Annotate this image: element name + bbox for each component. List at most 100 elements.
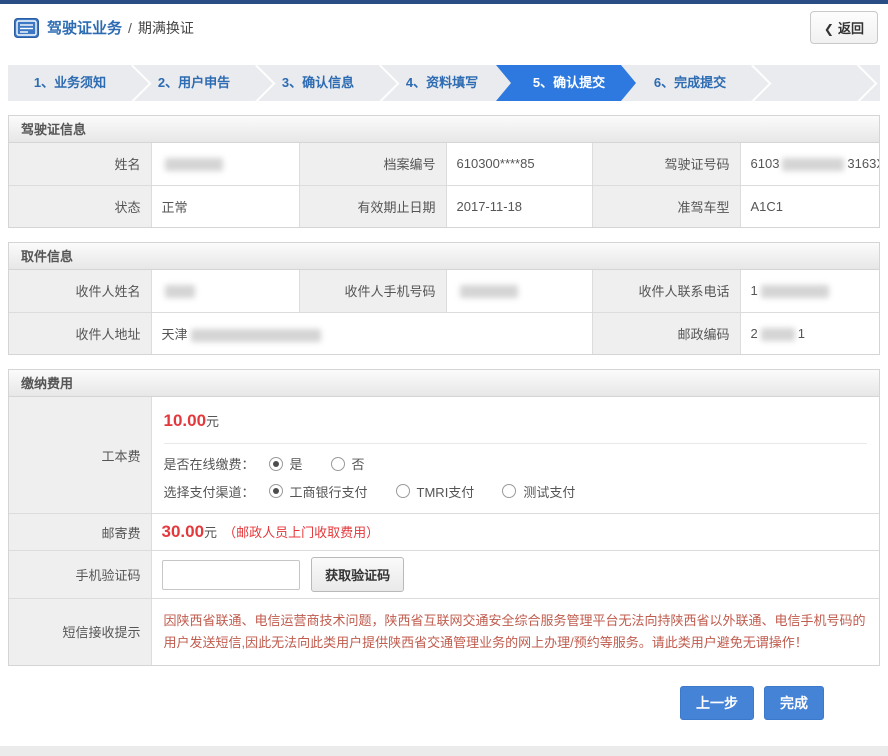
postage-label: 邮寄费 [9,514,151,551]
recipient-label: 收件人姓名 [9,270,151,312]
pay-channel-option-label: TMRI支付 [417,482,475,501]
table-row: 姓名 档案编号 610300****85 驾驶证号码 61033163X [9,143,879,185]
pay-channel-option-label: 工商银行支付 [290,482,368,501]
pay-channel-option-2[interactable]: TMRI支付 [396,482,475,501]
online-pay-option-1[interactable]: 是 [269,454,303,473]
online-pay-option-label: 否 [352,454,365,473]
payment-table: 工本费 10.00元 是否在线缴费： 是否 选择支付渠道： 工商银行支付TMRI… [9,397,879,665]
previous-step-button[interactable]: 上一步 [680,686,754,720]
online-pay-option-label: 是 [290,454,303,473]
channel-options: 工商银行支付 TMRI支付 测试支付 [269,482,604,502]
redacted-phone [761,285,829,298]
redacted-name [165,158,223,171]
page-header: 驾驶证业务 / 期满换证 ❮返回 [0,4,888,51]
zip-value: 21 [740,312,879,354]
pay-channel-radio-icon[interactable] [502,484,516,498]
address-label: 收件人地址 [9,312,151,354]
class-value: A1C1 [740,185,879,227]
table-row: 短信接收提示 因陕西省联通、电信运营商技术问题，陕西省互联网交通安全综合服务管理… [9,599,879,665]
status-label: 状态 [9,185,151,227]
fee-amount: 10.00 [164,411,207,430]
table-row: 收件人地址 天津 邮政编码 21 [9,312,879,354]
captcha-input[interactable] [162,560,300,590]
license-no-value: 6103 3163X [740,143,879,185]
postage-note: （邮政人员上门收取费用） [223,525,379,540]
mobile-value [446,270,592,312]
table-row: 工本费 10.00元 是否在线缴费： 是否 选择支付渠道： 工商银行支付TMRI… [9,397,879,514]
finish-button[interactable]: 完成 [764,686,824,720]
online-pay-option-2[interactable]: 否 [331,454,365,473]
license-form-icon [14,18,39,38]
zip-suffix: 1 [798,326,805,341]
back-button[interactable]: ❮返回 [810,11,878,44]
online-pay-options: 是否 [269,454,393,474]
zip-prefix: 2 [751,326,758,341]
breadcrumb-separator: / [128,20,132,36]
step-tab-5[interactable]: 5、确认提交 [496,65,636,101]
sms-notice-label: 短信接收提示 [9,599,151,665]
pay-channel-option-1[interactable]: 工商银行支付 [269,482,368,501]
fee-label: 工本费 [9,397,151,514]
status-value: 正常 [151,185,299,227]
phone-value: 1 [740,270,879,312]
phone-label: 收件人联系电话 [592,270,740,312]
step-tab-3[interactable]: 3、确认信息 [256,65,380,101]
fee-cell: 10.00元 是否在线缴费： 是否 选择支付渠道： 工商银行支付TMRI支付测试… [151,397,879,514]
license-section-title: 驾驶证信息 [9,116,879,143]
fee-unit: 元 [206,414,219,429]
pickup-section-title: 取件信息 [9,243,879,270]
recipient-value [151,270,299,312]
redacted-recipient [165,285,195,298]
sms-notice-text: 因陕西省联通、电信运营商技术问题，陕西省互联网交通安全综合服务管理平台无法向持陕… [151,599,879,665]
step-tab-2[interactable]: 2、用户申告 [132,65,256,101]
payment-section-title: 缴纳费用 [9,370,879,397]
license-no-suffix: 3163X [847,156,879,171]
phone-prefix: 1 [751,283,758,298]
redacted-address [191,329,321,342]
license-no-prefix: 6103 [751,156,780,171]
zip-label: 邮政编码 [592,312,740,354]
step-tab-4[interactable]: 4、资料填写 [380,65,504,101]
back-chevron-icon: ❮ [824,22,834,36]
step-bar-filler [752,65,880,101]
address-value: 天津 [151,312,592,354]
online-pay-label: 是否在线缴费： [164,454,255,473]
channel-label: 选择支付渠道： [164,482,255,501]
table-row: 手机验证码 获取验证码 [9,551,879,599]
table-row: 邮寄费 30.00元（邮政人员上门收取费用） [9,514,879,551]
license-info-section: 驾驶证信息 姓名 档案编号 610300****85 驾驶证号码 6103316… [8,115,880,228]
pickup-info-table: 收件人姓名 收件人手机号码 收件人联系电话 1 收件人地址 天津 邮政编码 21 [9,270,879,354]
name-value [151,143,299,185]
pickup-info-section: 取件信息 收件人姓名 收件人手机号码 收件人联系电话 1 收件人地址 天津 邮政… [8,242,880,355]
file-no-label: 档案编号 [299,143,446,185]
pay-channel-option-label: 测试支付 [523,482,575,501]
license-info-table: 姓名 档案编号 610300****85 驾驶证号码 61033163X 状态 … [9,143,879,227]
step-wizard-bar: 1、业务须知2、用户申告3、确认信息4、资料填写5、确认提交6、完成提交 [8,65,880,101]
pay-channel-option-3[interactable]: 测试支付 [502,482,575,501]
online-pay-radio-icon[interactable] [269,457,283,471]
redacted-zip [761,328,795,341]
address-prefix: 天津 [162,327,188,342]
captcha-cell: 获取验证码 [151,551,879,599]
step-tab-6[interactable]: 6、完成提交 [628,65,752,101]
pay-channel-radio-icon[interactable] [269,484,283,498]
class-label: 准驾车型 [592,185,740,227]
mobile-label: 收件人手机号码 [299,270,446,312]
page-title: 驾驶证业务 [47,17,122,38]
online-pay-question: 是否在线缴费： 是否 [164,454,868,474]
postage-cell: 30.00元（邮政人员上门收取费用） [151,514,879,551]
online-pay-radio-icon[interactable] [331,457,345,471]
name-label: 姓名 [9,143,151,185]
expiry-label: 有效期止日期 [299,185,446,227]
captcha-label: 手机验证码 [9,551,151,599]
channel-question: 选择支付渠道： 工商银行支付 TMRI支付 测试支付 [164,482,868,502]
file-no-value: 610300****85 [446,143,592,185]
expiry-value: 2017-11-18 [446,185,592,227]
postage-unit: 元 [204,525,217,540]
pay-channel-radio-icon[interactable] [396,484,410,498]
step-tab-1[interactable]: 1、业务须知 [8,65,132,101]
get-captcha-button[interactable]: 获取验证码 [311,557,404,592]
table-row: 状态 正常 有效期止日期 2017-11-18 准驾车型 A1C1 [9,185,879,227]
redacted-mobile [460,285,518,298]
fee-amount-line: 10.00元 [164,407,868,444]
